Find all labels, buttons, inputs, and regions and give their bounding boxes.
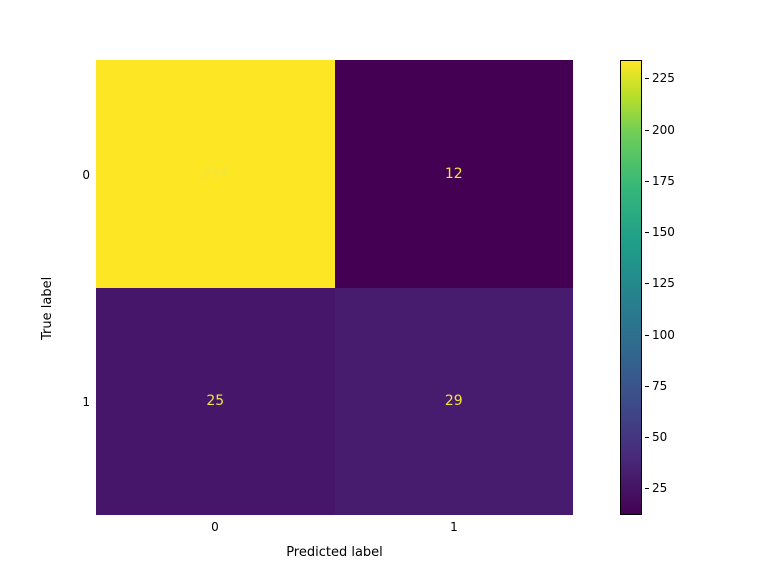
colorbar-tick-label: 25 [652, 481, 667, 495]
xtick-1: 1 [444, 520, 464, 534]
confusion-matrix-heatmap: 234 12 25 29 [96, 60, 573, 515]
cell-value: 29 [445, 393, 463, 409]
y-axis-label: True label [40, 60, 56, 515]
ytick-1: 1 [74, 395, 90, 409]
cell-true0-pred0: 234 [96, 60, 335, 288]
colorbar-tick-label: 175 [652, 174, 675, 188]
colorbar-tick [645, 130, 649, 131]
cell-true1-pred0: 25 [96, 288, 335, 516]
cell-value: 25 [206, 393, 224, 409]
colorbar [620, 60, 642, 515]
colorbar-tick [645, 488, 649, 489]
colorbar-tick-label: 200 [652, 123, 675, 137]
colorbar-tick [645, 283, 649, 284]
colorbar-tick [645, 386, 649, 387]
colorbar-tick-label: 125 [652, 276, 675, 290]
colorbar-tick-label: 225 [652, 71, 675, 85]
colorbar-tick-label: 75 [652, 379, 667, 393]
colorbar-tick [645, 335, 649, 336]
xtick-0: 0 [205, 520, 225, 534]
colorbar-tick [645, 232, 649, 233]
colorbar-tick [645, 181, 649, 182]
colorbar-tick-label: 150 [652, 225, 675, 239]
cell-true0-pred1: 12 [335, 60, 574, 288]
cell-true1-pred1: 29 [335, 288, 574, 516]
x-axis-label: Predicted label [96, 545, 573, 560]
colorbar-tick-label: 100 [652, 328, 675, 342]
cell-value: 234 [202, 166, 229, 182]
colorbar-tick [645, 437, 649, 438]
colorbar-gradient [621, 61, 641, 514]
colorbar-tick-label: 50 [652, 430, 667, 444]
colorbar-tick [645, 78, 649, 79]
ytick-0: 0 [74, 168, 90, 182]
cell-value: 12 [445, 166, 463, 182]
